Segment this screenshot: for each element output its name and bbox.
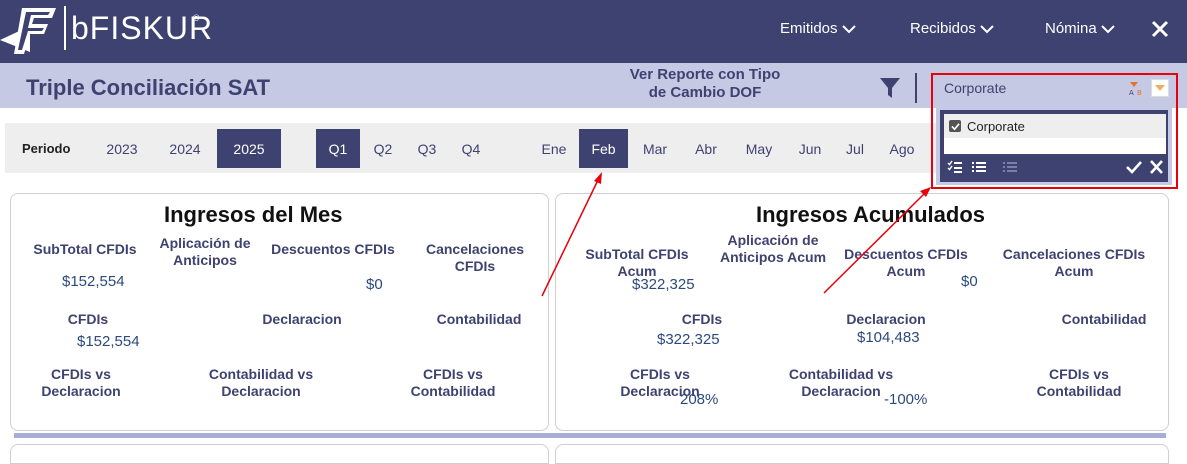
logo-separator	[64, 6, 66, 50]
select-all-icon[interactable]	[947, 160, 963, 174]
acum-cont-vs-decl-value: -100%	[884, 391, 928, 408]
page-title: Triple Conciliación SAT	[26, 75, 271, 100]
month-abr-button[interactable]: Abr	[685, 129, 727, 168]
brand-name: bFISKUR	[71, 10, 214, 46]
cancel-x-icon[interactable]	[1149, 160, 1165, 174]
year-2025-button[interactable]: 2025	[217, 129, 281, 168]
confirm-check-icon[interactable]	[1126, 160, 1142, 174]
quarter-q1-button[interactable]: Q1	[316, 129, 360, 168]
card-bottom-right	[555, 444, 1169, 464]
card-acum-title: Ingresos Acumulados	[756, 202, 986, 227]
month-mar-button[interactable]: Mar	[634, 129, 676, 168]
nav-nomina-label: Nómina	[1045, 20, 1097, 37]
dof-report-link[interactable]: Ver Reporte con Tipo de Cambio DOF	[600, 66, 810, 102]
quarter-q4-button[interactable]: Q4	[452, 129, 490, 168]
chevron-down-icon	[841, 24, 856, 33]
sort-alpha-icon[interactable]: A B	[1128, 80, 1148, 96]
company-dropdown-value: Corporate	[944, 80, 1007, 96]
acum-anticipos-label: Aplicación de Anticipos Acum	[719, 232, 827, 265]
mes-contabilidad-label: Contabilidad	[436, 311, 522, 327]
mes-declaracion-label: Declaracion	[262, 311, 342, 327]
month-may-button[interactable]: May	[737, 129, 781, 168]
month-ene-button[interactable]: Ene	[532, 129, 576, 168]
month-jul-button[interactable]: Jul	[836, 129, 874, 168]
caret-down-icon	[1155, 85, 1165, 91]
mes-descuentos-label: Descuentos CFDIs	[271, 241, 395, 257]
filter-icon[interactable]	[879, 77, 901, 99]
svg-text:A: A	[1129, 89, 1134, 96]
mes-cfdis-label: CFDIs	[67, 311, 109, 327]
year-2024-button[interactable]: 2024	[159, 129, 211, 168]
acum-cancelaciones-label: Cancelaciones CFDIs Acum	[1002, 246, 1146, 279]
mes-cancelaciones-label: Cancelaciones CFDIs	[425, 241, 525, 274]
mes-cfdis-vs-cont-label: CFDIs vs Contabilidad	[410, 366, 496, 399]
mes-anticipos-label: Aplicación de Anticipos	[159, 235, 251, 268]
acum-descuentos-value: $0	[961, 273, 978, 290]
dropdown-option-label: Corporate	[967, 118, 1025, 134]
quarter-q2-button[interactable]: Q2	[364, 129, 402, 168]
nav-recibidos[interactable]: Recibidos	[910, 20, 994, 37]
mes-subtotal-value: $152,554	[62, 273, 125, 290]
report-link-line2: de Cambio DOF	[648, 84, 762, 101]
deselect-all-icon[interactable]	[1002, 160, 1018, 174]
registered-mark: ®	[193, 13, 200, 23]
acum-subtotal-value: $322,325	[632, 276, 695, 293]
mes-subtotal-label: SubTotal CFDIs	[33, 241, 137, 257]
month-feb-button[interactable]: Feb	[579, 129, 628, 168]
month-ago-button[interactable]: Ago	[882, 129, 922, 168]
title-separator	[915, 73, 917, 103]
dropdown-toggle[interactable]	[1151, 79, 1169, 97]
acum-declaracion-value: $104,483	[857, 329, 920, 346]
acum-subtotal-label: SubTotal CFDIs Acum	[585, 246, 689, 279]
card-mes-title: Ingresos del Mes	[164, 202, 343, 227]
acum-cfdis-label: CFDIs	[681, 311, 723, 327]
nav-emitidos-label: Emitidos	[780, 20, 838, 37]
mes-cfdis-value: $152,554	[77, 333, 140, 350]
nav-recibidos-label: Recibidos	[910, 20, 976, 37]
quarter-q3-button[interactable]: Q3	[408, 129, 446, 168]
periodo-label: Periodo	[22, 141, 71, 156]
nav-nomina[interactable]: Nómina	[1045, 20, 1115, 37]
dropdown-option-corporate[interactable]: Corporate	[944, 114, 1166, 138]
nav-emitidos[interactable]: Emitidos	[780, 20, 856, 37]
mes-cont-vs-decl-label: Contabilidad vs Declaracion	[208, 366, 314, 399]
logo-icon	[0, 8, 56, 54]
acum-cfdis-vs-cont-label: CFDIs vs Contabilidad	[1036, 366, 1122, 399]
chevron-down-icon	[980, 24, 994, 33]
mes-cfdis-vs-decl-label: CFDIs vs Declaracion	[41, 366, 121, 399]
report-link-line1: Ver Reporte con Tipo	[629, 66, 781, 83]
section-divider	[14, 433, 1166, 438]
list-icon[interactable]	[971, 160, 987, 174]
close-icon[interactable]	[1150, 19, 1170, 39]
svg-text:B: B	[1137, 89, 1142, 96]
chevron-down-icon	[1100, 24, 1115, 33]
month-jun-button[interactable]: Jun	[790, 129, 830, 168]
acum-cfdis-vs-decl-value: 208%	[680, 391, 719, 408]
acum-declaracion-label: Declaracion	[846, 311, 926, 327]
mes-descuentos-value: $0	[366, 276, 383, 293]
year-2023-button[interactable]: 2023	[96, 129, 148, 168]
card-bottom-left	[10, 444, 549, 464]
acum-contabilidad-label: Contabilidad	[1061, 311, 1147, 327]
acum-cfdis-value: $322,325	[657, 331, 720, 348]
checkbox-checked-icon[interactable]	[949, 120, 961, 132]
